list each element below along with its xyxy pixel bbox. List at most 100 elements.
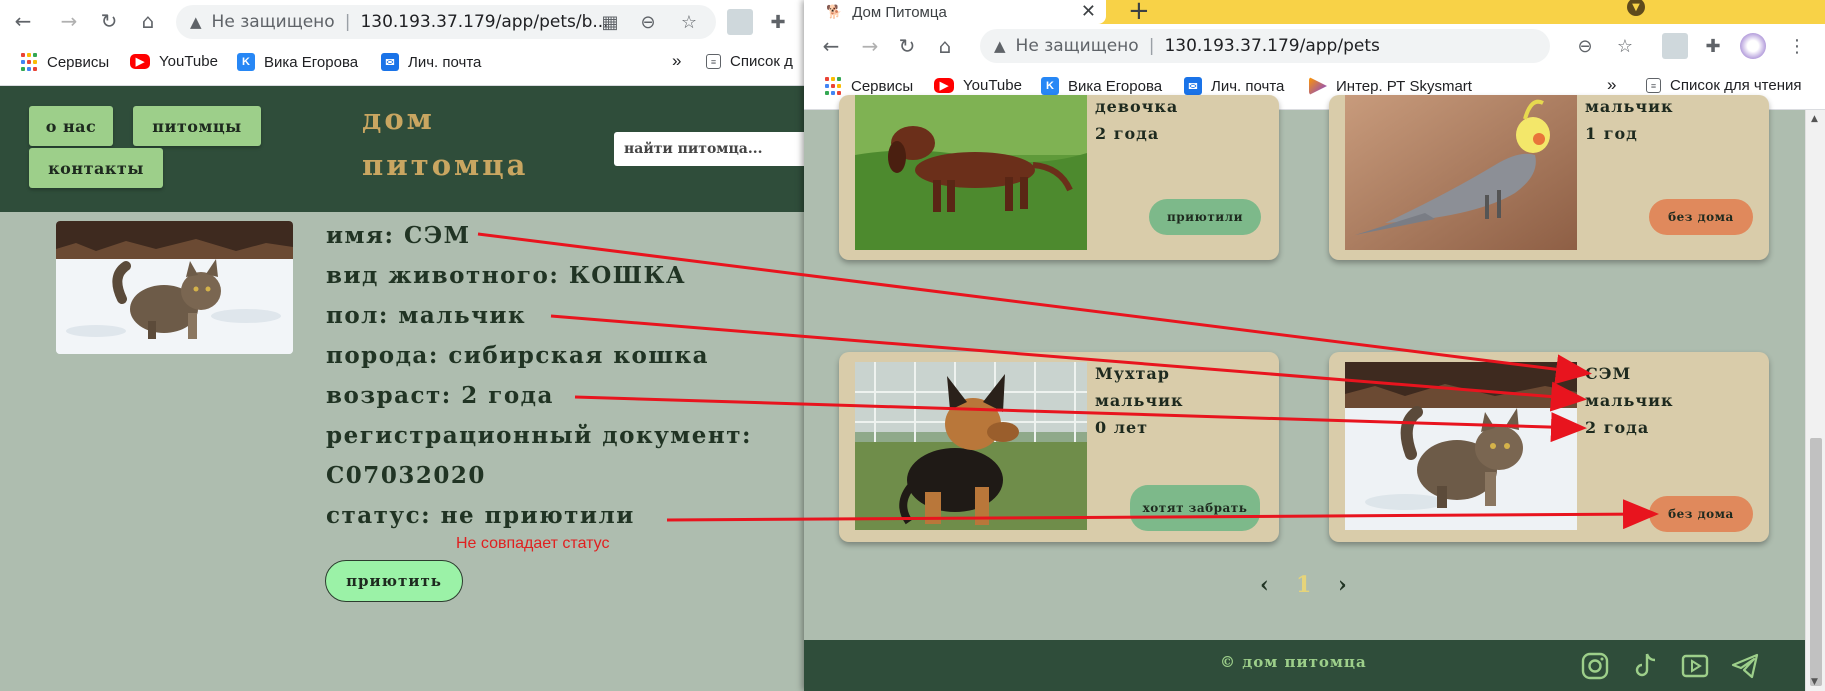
status-badge[interactable]: хотят забрать bbox=[1130, 485, 1260, 531]
warning-icon: ▲ bbox=[190, 13, 202, 31]
pet-info: мальчик 1 год bbox=[1585, 95, 1674, 147]
menu-pets-button[interactable]: питомцы bbox=[133, 106, 261, 146]
tiktok-icon[interactable] bbox=[1630, 651, 1660, 681]
pet-sex-line: пол: мальчик bbox=[326, 302, 527, 329]
zoom-icon[interactable]: ⊖ bbox=[1572, 33, 1598, 59]
reading-list-icon: ≡ bbox=[706, 54, 721, 69]
bookmark-apps[interactable]: Сервисы bbox=[20, 53, 109, 71]
bookmark-label: Сервисы bbox=[47, 53, 110, 71]
status-badge[interactable]: без дома bbox=[1649, 199, 1753, 235]
bookmark-mail[interactable]: ✉ Лич. почта bbox=[381, 53, 481, 71]
pagination-current-page[interactable]: 1 bbox=[1296, 572, 1311, 598]
tab-title: Дом Питомца bbox=[852, 3, 947, 21]
pet-sex: девочка bbox=[1095, 97, 1179, 116]
extensions-icon[interactable]: ✚ bbox=[1700, 33, 1726, 59]
bookmark-youtube[interactable]: ▶ YouTube bbox=[934, 77, 1022, 94]
scroll-up-icon[interactable]: ▲ bbox=[1811, 114, 1818, 124]
new-tab-icon[interactable]: + bbox=[1128, 0, 1150, 26]
pet-age-line: возраст: 2 года bbox=[326, 382, 554, 409]
site-logo-line-1[interactable]: дом bbox=[362, 98, 435, 140]
bookmark-label: YouTube bbox=[963, 77, 1022, 94]
star-icon[interactable]: ☆ bbox=[676, 9, 702, 35]
home-icon[interactable]: ⌂ bbox=[135, 8, 161, 34]
home-icon[interactable]: ⌂ bbox=[932, 33, 958, 59]
bookmark-apps[interactable]: Сервисы bbox=[824, 77, 913, 95]
mismatch-annotation: Не совпадает статус bbox=[456, 535, 610, 552]
back-icon[interactable]: ← bbox=[818, 33, 844, 59]
pet-info: девочка 2 года bbox=[1095, 95, 1178, 147]
pagination-next[interactable]: › bbox=[1338, 572, 1347, 598]
pet-search-input[interactable]: найти питомца... bbox=[614, 132, 806, 166]
scrollbar-thumb[interactable] bbox=[1810, 438, 1822, 686]
bookmark-label: Лич. почта bbox=[408, 53, 482, 71]
scroll-down-icon[interactable]: ▼ bbox=[1811, 677, 1818, 687]
status-badge[interactable]: без дома bbox=[1649, 496, 1753, 532]
reading-list-icon: ≡ bbox=[1646, 78, 1661, 93]
pet-name: Мухтар bbox=[1095, 364, 1170, 383]
qr-icon[interactable]: ▦ bbox=[597, 9, 623, 35]
star-icon[interactable]: ☆ bbox=[1612, 33, 1638, 59]
pet-card[interactable]: девочка 2 года приютили bbox=[839, 95, 1279, 260]
menu-contacts-button[interactable]: контакты bbox=[29, 148, 163, 188]
bookmark-vk[interactable]: K Вика Егорова bbox=[1041, 77, 1162, 95]
profile-extension-icon[interactable] bbox=[1662, 33, 1688, 59]
reading-list[interactable]: ≡ Список для чтения bbox=[1646, 77, 1802, 94]
pet-card[interactable]: СЭМ мальчик 2 года без дома bbox=[1329, 352, 1769, 542]
reading-list-label: Список д bbox=[730, 53, 793, 70]
pagination-prev[interactable]: ‹ bbox=[1260, 572, 1269, 598]
extensions-icon[interactable]: ✚ bbox=[765, 9, 791, 35]
instagram-icon[interactable] bbox=[1580, 651, 1610, 681]
bookmark-vk[interactable]: K Вика Егорова bbox=[237, 53, 358, 71]
user-avatar-icon[interactable] bbox=[1740, 33, 1766, 59]
pet-card[interactable]: Мухтар мальчик 0 лет хотят забрать bbox=[839, 352, 1279, 542]
bookmarks-overflow-icon[interactable]: » bbox=[672, 51, 681, 71]
pet-sex: мальчик bbox=[1585, 97, 1674, 116]
zoom-icon[interactable]: ⊖ bbox=[635, 9, 661, 35]
pet-photo bbox=[855, 362, 1087, 530]
tab-search-icon[interactable]: ▼ bbox=[1627, 0, 1645, 16]
left-browser-window: ← → ↻ ⌂ ▲ Не защищено | 130.193.37.179/a… bbox=[0, 0, 806, 691]
youtube-icon[interactable] bbox=[1680, 651, 1710, 681]
address-url: 130.193.37.179/app/pets bbox=[1164, 36, 1380, 56]
page-scrollbar[interactable]: ▲ ▼ bbox=[1805, 110, 1825, 691]
tab-close-icon[interactable]: ✕ bbox=[1081, 1, 1096, 22]
status-badge[interactable]: приютили bbox=[1149, 199, 1261, 235]
youtube-icon: ▶ bbox=[934, 78, 954, 93]
bookmark-label: Сервисы bbox=[851, 77, 914, 95]
bookmark-skysmart[interactable]: Интер. РТ Skysmart bbox=[1309, 77, 1472, 95]
reload-icon[interactable]: ↻ bbox=[894, 33, 920, 59]
bookmarks-overflow-icon[interactable]: » bbox=[1607, 75, 1616, 95]
cat-in-snow-image bbox=[56, 221, 293, 354]
telegram-icon[interactable] bbox=[1730, 651, 1760, 681]
menu-about-button[interactable]: о нас bbox=[29, 106, 113, 146]
adopt-button[interactable]: приютить bbox=[325, 560, 463, 602]
cat-in-snow-image bbox=[1345, 362, 1577, 530]
pet-status-line: статус: не приютили bbox=[326, 502, 635, 529]
bookmark-youtube[interactable]: ▶ YouTube bbox=[130, 53, 218, 70]
pet-name: СЭМ bbox=[1585, 364, 1632, 383]
profile-extension-icon[interactable] bbox=[727, 9, 753, 35]
browser-tab[interactable]: 🐕 Дом Питомца ✕ bbox=[804, 0, 1106, 24]
vk-icon: K bbox=[1041, 77, 1059, 95]
address-bar[interactable]: ▲ Не защищено | 130.193.37.179/app/pets bbox=[980, 29, 1550, 63]
forward-icon[interactable]: → bbox=[857, 33, 883, 59]
mail-icon: ✉ bbox=[1184, 77, 1202, 95]
cockatiel-image bbox=[1345, 95, 1577, 250]
shepherd-puppy-image bbox=[855, 362, 1087, 530]
bookmark-label: Вика Егорова bbox=[264, 53, 359, 71]
forward-icon[interactable]: → bbox=[56, 8, 82, 34]
site-logo-line-2[interactable]: питомца bbox=[362, 144, 528, 186]
vk-icon: K bbox=[237, 53, 255, 71]
mail-icon: ✉ bbox=[381, 53, 399, 71]
back-icon[interactable]: ← bbox=[10, 8, 36, 34]
pet-card[interactable]: мальчик 1 год без дома bbox=[1329, 95, 1769, 260]
bookmark-label: Лич. почта bbox=[1211, 77, 1285, 95]
insecure-label: Не защищено bbox=[211, 12, 335, 32]
pet-photo bbox=[56, 221, 293, 354]
insecure-label: Не защищено bbox=[1015, 36, 1139, 56]
more-menu-icon[interactable]: ⋮ bbox=[1784, 33, 1810, 59]
reading-list[interactable]: ≡ Список д bbox=[706, 53, 793, 70]
reload-icon[interactable]: ↻ bbox=[96, 8, 122, 34]
bookmark-mail[interactable]: ✉ Лич. почта bbox=[1184, 77, 1284, 95]
pet-photo bbox=[855, 95, 1087, 250]
